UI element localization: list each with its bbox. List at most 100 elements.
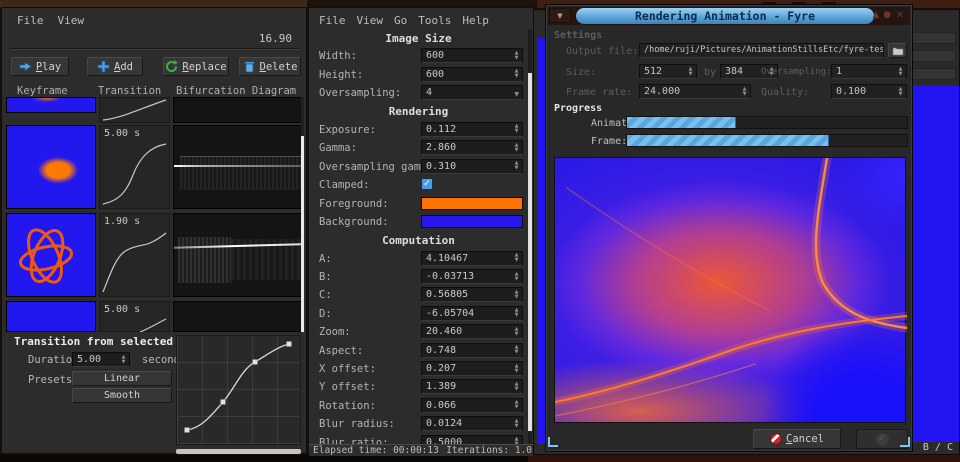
minimize-icon[interactable]: ● (881, 10, 893, 20)
y-offset-input[interactable]: 1.389 (421, 379, 523, 394)
exposure-input[interactable]: 0.112 (421, 122, 523, 137)
spinner-icon[interactable] (512, 325, 521, 338)
spline-curve (177, 336, 300, 444)
parameter-rows: Image Size Width: 600 Height: 600 Oversa… (309, 29, 528, 444)
c-input[interactable]: 0.56805 (421, 287, 523, 302)
spinner-icon[interactable] (512, 49, 521, 62)
blur-ratio-input[interactable]: 0.5000 (421, 435, 523, 444)
spinner-icon[interactable] (512, 344, 521, 357)
frame-progress-label: Frame: (591, 136, 627, 147)
transition-duration: 5.00 s (104, 128, 140, 139)
transition-duration: 1.90 s (104, 216, 140, 227)
window-menu-icon[interactable] (549, 8, 571, 23)
d-input[interactable]: -6.05704 (421, 306, 523, 321)
x-offset-label: X offset: (319, 363, 376, 375)
spline-scrollbar[interactable] (176, 449, 301, 454)
height-input[interactable]: 600 (421, 67, 523, 82)
spinner-icon[interactable] (512, 380, 521, 393)
menu-go[interactable]: Go (394, 14, 407, 27)
gamma-input[interactable]: 2.860 (421, 140, 523, 155)
resize-grip-left[interactable] (548, 437, 558, 447)
x-offset-input[interactable]: 0.207 (421, 361, 523, 376)
width-input[interactable]: 600 (421, 48, 523, 63)
transition-curve (100, 141, 169, 207)
preset-linear-button[interactable]: Linear (72, 371, 172, 386)
menu-tools[interactable]: Tools (418, 14, 451, 27)
spinner-icon[interactable] (512, 270, 521, 283)
background-color-button[interactable] (421, 215, 523, 228)
size-by-label: by (704, 67, 716, 78)
bifurcation-cell (173, 213, 301, 297)
keyframe-thumbnail[interactable] (6, 125, 96, 209)
keyframe-thumbnail[interactable] (6, 97, 96, 113)
spinner-icon[interactable] (896, 65, 905, 78)
b-label: B: (319, 271, 332, 283)
spinner-icon[interactable] (512, 307, 521, 320)
spinner-icon[interactable] (119, 353, 128, 366)
menu-file[interactable]: File (17, 14, 44, 27)
column-keyframe: Keyframe (17, 85, 68, 97)
spinner-icon[interactable] (512, 399, 521, 412)
zoom-input[interactable]: 20.460 (421, 324, 523, 339)
transition-curve (100, 98, 169, 122)
spinner-icon[interactable] (686, 65, 695, 78)
play-button[interactable]: Play (11, 57, 69, 76)
animation-progress-bar (626, 116, 908, 129)
a-input[interactable]: 4.10467 (421, 251, 523, 266)
keyframe-thumbnail[interactable] (6, 213, 96, 297)
close-icon[interactable]: ✕ (894, 10, 906, 21)
blur-radius-input[interactable]: 0.0124 (421, 416, 523, 431)
spinner-icon[interactable] (512, 288, 521, 301)
params-scrollbar-thumb[interactable] (528, 73, 532, 431)
keyframe-thumbnail[interactable] (6, 301, 96, 332)
spinner-icon[interactable] (512, 417, 521, 430)
oversampling-select[interactable]: 4 (421, 85, 523, 100)
menu-view[interactable]: View (357, 14, 384, 27)
total-time-value: 16.90 (259, 32, 292, 45)
list-scrollbar-thumb[interactable] (301, 136, 304, 332)
preset-smooth-button[interactable]: Smooth (72, 388, 172, 403)
elapsed-time: Elapsed time: 00:00:13 (313, 445, 439, 456)
d-label: D: (319, 308, 332, 320)
rotation-label: Rotation: (319, 400, 376, 412)
spinner-icon[interactable] (740, 85, 749, 98)
section-computation: Computation (309, 231, 528, 249)
spline-editor[interactable] (176, 335, 301, 445)
rendering-dialog: Rendering Animation - Fyre ▲ ● ✕ Setting… (545, 4, 913, 452)
spinner-icon[interactable] (512, 68, 521, 81)
separator (10, 48, 298, 50)
rotation-input[interactable]: 0.066 (421, 398, 523, 413)
menu-help[interactable]: Help (462, 14, 489, 27)
clamped-checkbox[interactable] (421, 178, 433, 190)
spinner-icon[interactable] (512, 436, 521, 444)
quality-input[interactable]: 0.100 (831, 84, 907, 99)
desktop-bottom-strip (0, 455, 960, 462)
browse-button[interactable] (888, 43, 907, 58)
output-file-input[interactable]: /home/ruji/Pictures/AnimationStillsEtc/f… (639, 43, 884, 58)
spinner-icon[interactable] (512, 362, 521, 375)
spinner-icon[interactable] (512, 141, 521, 154)
oversampling-gamma-input[interactable]: 0.310 (421, 159, 523, 174)
resize-grip-right[interactable] (900, 437, 910, 447)
duration-input[interactable]: 5.00 (72, 352, 130, 367)
animation-progress-fill (627, 117, 736, 128)
spinner-icon[interactable] (512, 252, 521, 265)
gamma-label: Gamma: (319, 142, 357, 154)
aspect-input[interactable]: 0.748 (421, 343, 523, 358)
spinner-icon[interactable] (512, 160, 521, 173)
cancel-button[interactable]: Cancel (753, 429, 841, 449)
dialog-titlebar[interactable]: Rendering Animation - Fyre ▲ ● ✕ (548, 7, 910, 25)
foreground-color-button[interactable] (421, 197, 523, 210)
b-input[interactable]: -0.03713 (421, 269, 523, 284)
spinner-icon[interactable] (896, 85, 905, 98)
replace-button[interactable]: Replace (163, 57, 229, 76)
frame-rate-input[interactable]: 24.000 (639, 84, 751, 99)
menu-view[interactable]: View (58, 14, 85, 27)
size-width-input[interactable]: 512 (639, 64, 697, 79)
frame-progress-fill (627, 135, 829, 146)
dialog-oversampling-input[interactable]: 1 (831, 64, 907, 79)
delete-button[interactable]: Delete (239, 57, 301, 76)
add-button[interactable]: Add (87, 57, 143, 76)
menu-file[interactable]: File (319, 14, 346, 27)
spinner-icon[interactable] (512, 123, 521, 136)
